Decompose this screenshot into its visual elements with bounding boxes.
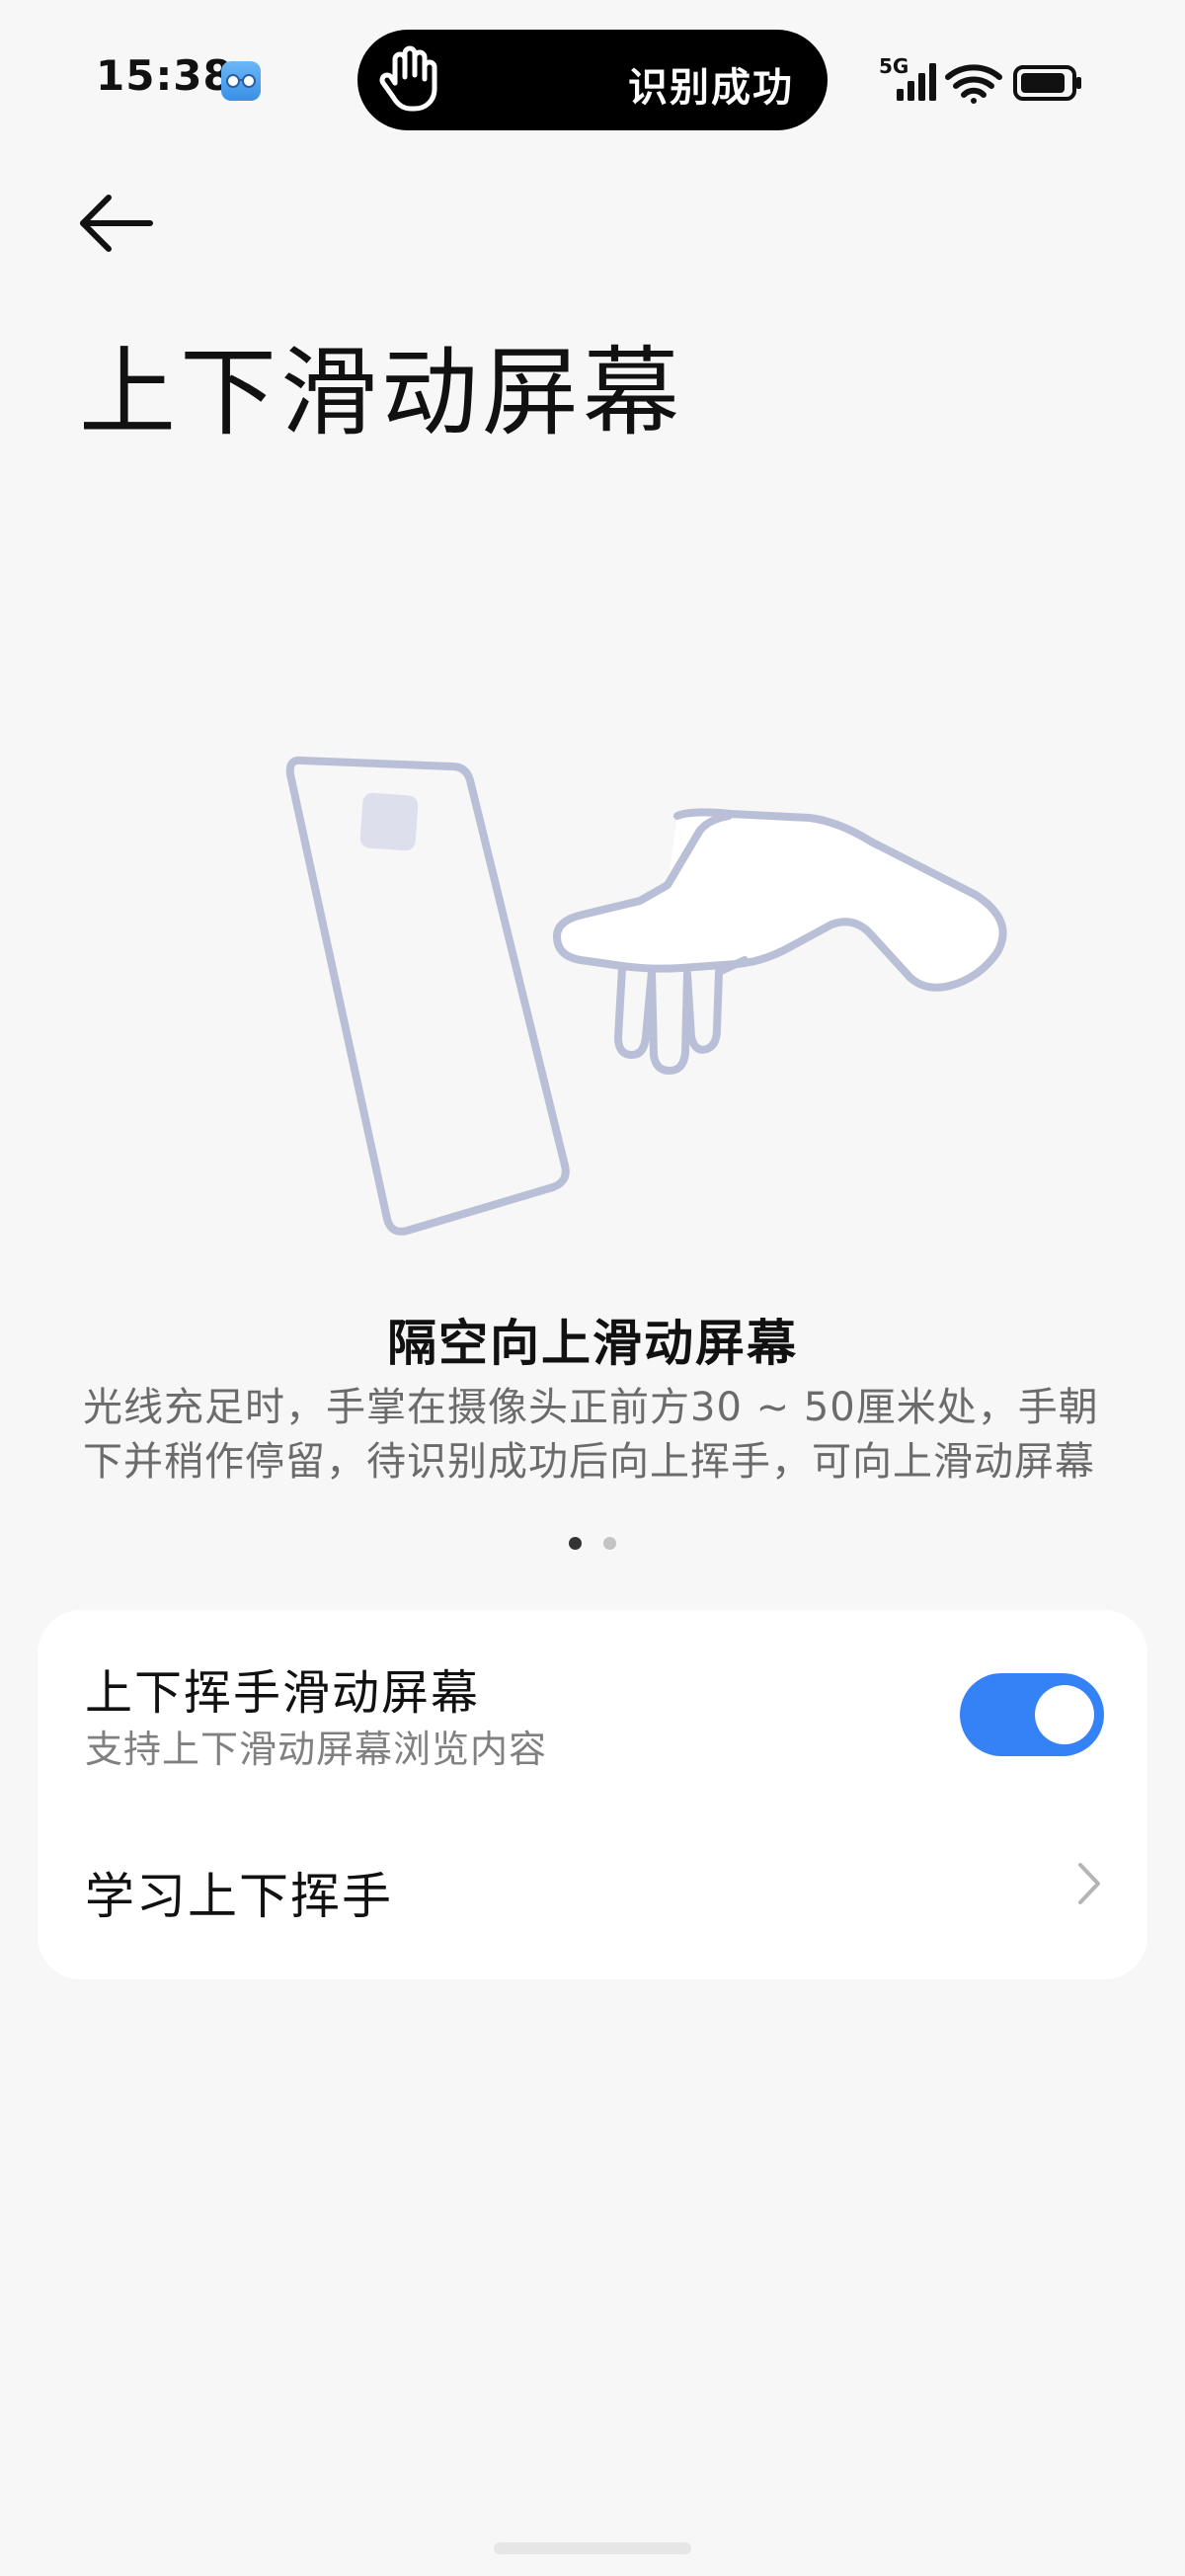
page-indicator[interactable] (0, 1535, 1185, 1550)
glasses-app-icon (221, 61, 261, 101)
status-time: 15:38 (96, 51, 233, 100)
guide-description: 光线充足时，手掌在摄像头正前方30 ~ 50厘米处，手朝下并稍作停留，待识别成功… (83, 1385, 1099, 1485)
setting-subtitle: 支持上下滑动屏幕浏览内容 (85, 1728, 548, 1771)
back-button[interactable] (77, 188, 156, 259)
wifi-icon (945, 64, 1002, 104)
battery-icon (1013, 65, 1081, 101)
phone-outline (285, 756, 570, 1236)
page-dot[interactable] (602, 1537, 616, 1550)
hand-outline (553, 808, 1007, 1075)
settings-card: 上下挥手滑动屏幕 支持上下滑动屏幕浏览内容 学习上下挥手 (38, 1610, 1147, 1979)
network-type-label: 5G (879, 54, 908, 78)
learn-gesture-label: 学习上下挥手 (85, 1868, 393, 1925)
signal-icon: 5G (879, 54, 1081, 104)
gesture-illustration (267, 741, 1027, 1254)
status-bar: 15:38 识别成功 5G (0, 0, 1185, 158)
dynamic-island[interactable]: 识别成功 (357, 30, 828, 130)
learn-gesture-row[interactable]: 学习上下挥手 (38, 1798, 1147, 1956)
wave-scroll-setting-row[interactable]: 上下挥手滑动屏幕 支持上下滑动屏幕浏览内容 (38, 1610, 1147, 1798)
page-dot-active[interactable] (569, 1537, 583, 1550)
hand-icon (377, 43, 442, 119)
guide-title: 隔空向上滑动屏幕 (387, 1315, 798, 1372)
recognition-status-text: 识别成功 (628, 65, 794, 111)
toggle-knob (1035, 1685, 1094, 1744)
setting-title: 上下挥手滑动屏幕 (85, 1665, 481, 1721)
arrow-left-icon (80, 195, 153, 252)
home-indicator[interactable] (494, 2542, 691, 2554)
status-indicators: 5G (877, 51, 1084, 111)
page-title: 上下滑动屏幕 (79, 337, 684, 449)
wave-scroll-toggle[interactable] (960, 1673, 1104, 1756)
chevron-right-icon (1074, 1859, 1104, 1912)
